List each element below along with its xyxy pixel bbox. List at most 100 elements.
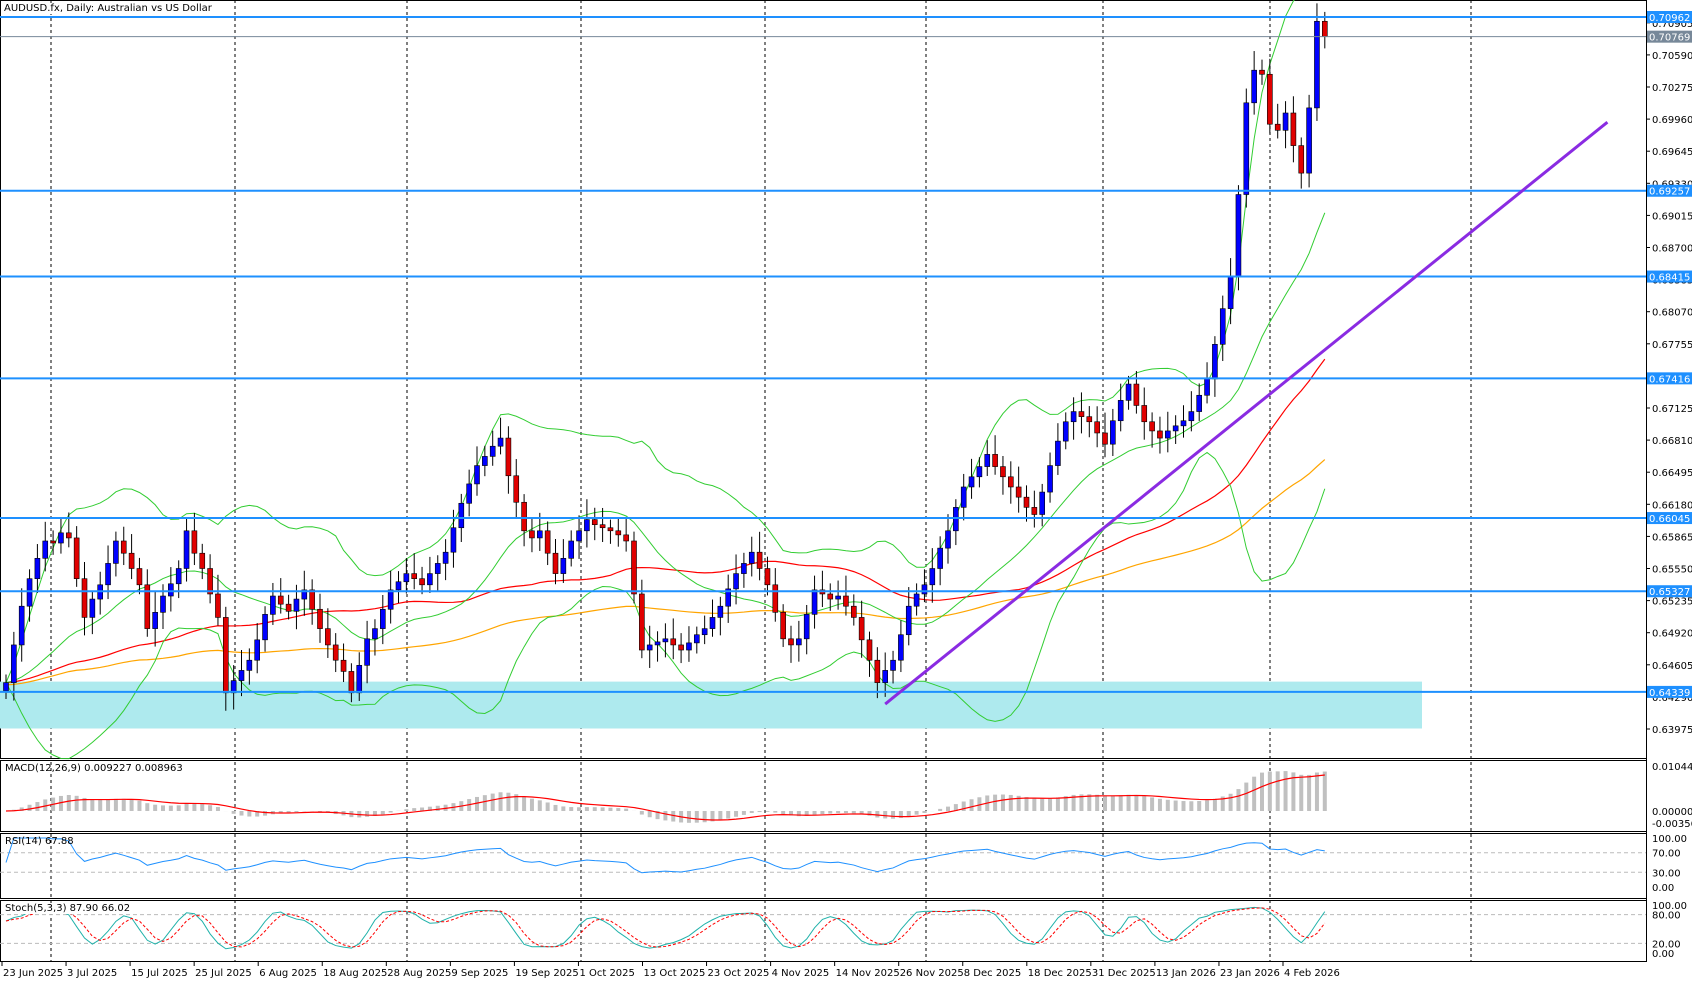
macd-histogram-bar — [1260, 772, 1264, 811]
bear-candle — [1274, 123, 1281, 131]
bear-candle — [1078, 411, 1085, 417]
level-price-tag: 0.65327 — [1649, 587, 1690, 598]
macd-histogram-bar — [435, 805, 440, 811]
bull-candle — [1172, 425, 1179, 432]
bear-candle — [1015, 486, 1022, 498]
level-price-tag: 0.64339 — [1649, 688, 1690, 699]
bull-candle — [1070, 411, 1077, 423]
bull-candle — [356, 665, 363, 694]
bollinger-upper-band — [5, 0, 1295, 683]
macd-label: MACD(12,26,9) 0.009227 0.008963 — [5, 763, 183, 774]
macd-histogram-bar — [906, 811, 911, 817]
bull-candle — [1196, 394, 1202, 412]
bear-candle — [120, 540, 127, 554]
macd-histogram-bar — [1150, 797, 1155, 811]
date-label: 13 Oct 2025 — [644, 968, 706, 979]
bear-candle — [340, 659, 347, 672]
bear-candle — [1007, 476, 1014, 488]
date-label: 8 Dec 2025 — [964, 968, 1022, 979]
rsi-axis-label: 0.00 — [1652, 883, 1674, 894]
bear-candle — [1133, 383, 1140, 406]
bull-candle — [1243, 102, 1250, 195]
price-chart[interactable]: 0.709050.705900.702750.699600.696450.693… — [0, 0, 1692, 981]
bull-candle — [929, 568, 936, 586]
macd-histogram-bar — [231, 811, 236, 814]
date-label: 18 Dec 2025 — [1028, 968, 1092, 979]
bollinger-middle-band — [5, 212, 1326, 684]
bull-candle — [1314, 20, 1320, 109]
bear-candle — [827, 593, 834, 600]
bull-candle — [434, 563, 441, 574]
bear-candle — [843, 595, 849, 607]
bull-candle — [905, 605, 912, 636]
macd-histogram-bar — [1236, 789, 1241, 811]
macd-histogram-bar — [663, 811, 668, 821]
macd-histogram-bar — [90, 799, 95, 811]
bear-candle — [1290, 112, 1297, 146]
macd-histogram-bar — [561, 806, 566, 811]
bull-candle — [646, 644, 653, 651]
date-label: 25 Jul 2025 — [195, 968, 252, 979]
level-price-tag: 0.69257 — [1649, 187, 1690, 198]
macd-histogram-bar — [1267, 771, 1272, 811]
bear-candle — [1149, 421, 1155, 432]
macd-histogram-bar — [545, 802, 550, 811]
price-tick-label: 0.66810 — [1652, 436, 1692, 447]
bull-candle — [1212, 344, 1218, 380]
price-tick-label: 0.70275 — [1652, 83, 1692, 94]
bear-candle — [1031, 507, 1038, 515]
macd-axis-label: 0.000000 — [1652, 807, 1692, 818]
price-tick-label: 0.64605 — [1652, 661, 1692, 672]
bull-candle — [1180, 420, 1187, 427]
date-label: 3 Jul 2025 — [67, 968, 117, 979]
bull-candle — [1047, 465, 1053, 493]
bear-candle — [317, 608, 323, 629]
bull-candle — [741, 563, 747, 574]
bear-candle — [66, 532, 72, 539]
macd-histogram-bar — [239, 811, 244, 816]
macd-histogram-bar — [1118, 795, 1123, 811]
macd-histogram-bar — [168, 805, 173, 811]
bear-candle — [128, 552, 135, 569]
bull-candle — [175, 568, 182, 585]
bear-candle — [1094, 421, 1100, 434]
panel-border-2 — [0, 833, 1647, 899]
price-tick-label: 0.65865 — [1652, 532, 1692, 543]
macd-histogram-bar — [506, 792, 511, 811]
macd-histogram-bar — [781, 811, 786, 815]
bull-candle — [1110, 420, 1116, 445]
bull-candle — [898, 634, 904, 661]
macd-histogram-bar — [490, 793, 495, 811]
macd-histogram-bar — [757, 811, 762, 813]
macd-histogram-bar — [600, 807, 605, 811]
bull-candle — [953, 507, 959, 532]
bull-candle — [42, 540, 49, 559]
bear-candle — [1000, 466, 1006, 478]
bull-candle — [748, 551, 755, 564]
macd-histogram-bar — [412, 808, 417, 811]
bull-candle — [105, 563, 111, 586]
bull-candle — [160, 595, 166, 613]
macd-histogram-bar — [1103, 795, 1107, 811]
macd-histogram-bar — [1055, 797, 1060, 811]
macd-histogram-bar — [106, 799, 111, 811]
bear-candle — [1141, 405, 1148, 423]
macd-axis-label: -0.003563 — [1652, 819, 1692, 830]
panel-border-1 — [0, 760, 1647, 832]
bear-candle — [788, 638, 794, 646]
macd-histogram-bar — [129, 799, 134, 811]
macd-histogram-bar — [694, 811, 699, 823]
macd-histogram-bar — [726, 811, 731, 819]
bull-candle — [803, 614, 810, 640]
macd-histogram-bar — [208, 805, 213, 811]
price-tick-label: 0.66495 — [1652, 468, 1692, 479]
macd-histogram-bar — [388, 811, 393, 813]
macd-histogram-bar — [969, 799, 974, 811]
bear-candle — [1102, 432, 1108, 445]
macd-histogram-bar — [569, 807, 574, 811]
bear-candle — [850, 605, 857, 618]
macd-histogram-bar — [1040, 798, 1045, 811]
macd-histogram-bar — [1157, 798, 1162, 811]
bull-candle — [937, 547, 943, 569]
bull-candle — [1117, 400, 1124, 422]
